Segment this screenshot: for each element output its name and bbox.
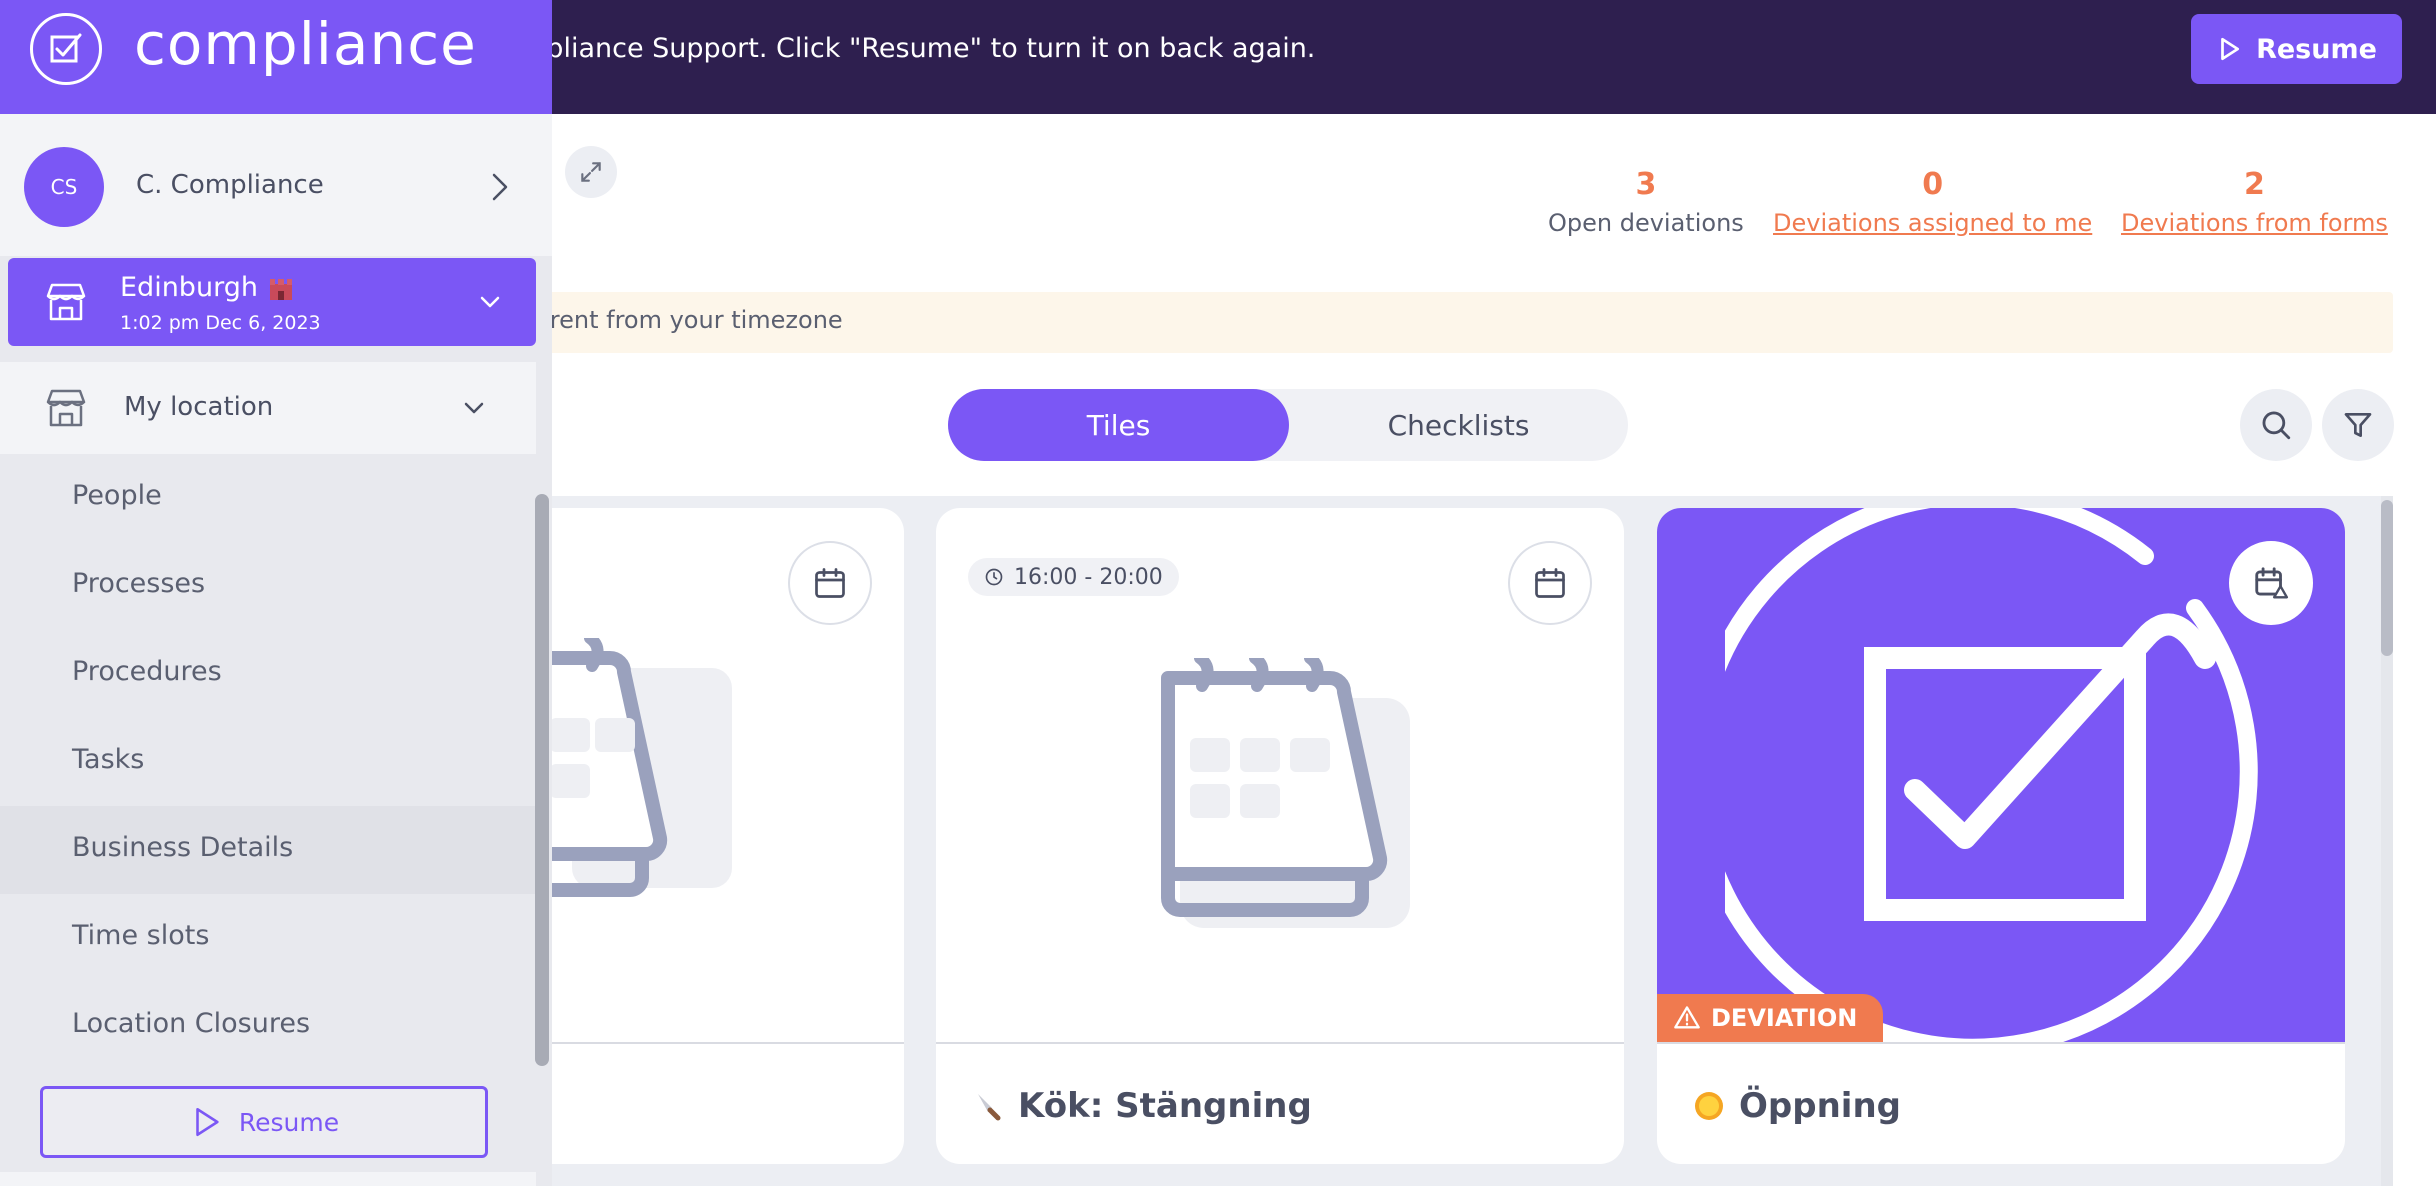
play-icon (196, 1107, 219, 1137)
open-deviations-count: 3 (1635, 167, 1657, 202)
sidebar-resume-label: Resume (238, 1107, 340, 1137)
location-selector[interactable]: Edinburgh 1:02 pm Dec 6, 2023 (8, 258, 536, 346)
warning-icon (1674, 1006, 1700, 1029)
sidebar-item-label: Tasks (72, 744, 145, 775)
sidebar-item-label: Time slots (72, 920, 210, 951)
sidebar-item-time-slots[interactable]: Time slots (0, 894, 536, 982)
tile-title: Öppning (1693, 1086, 1901, 1126)
timezone-notice-text: erent from your timezone (535, 306, 843, 334)
sidebar-resume-button[interactable]: Resume (40, 1086, 488, 1158)
store-icon (46, 389, 86, 427)
assigned-deviations-stat[interactable]: 0 Deviations assigned to me (1773, 166, 2092, 240)
sun-icon (1695, 1092, 1723, 1120)
location-time: 1:02 pm Dec 6, 2023 (120, 312, 321, 334)
sidebar-scrollbar-thumb[interactable] (535, 494, 549, 1066)
avatar: CS (24, 147, 104, 227)
tile-title-text: Öppning (1739, 1086, 1901, 1126)
banner-resume-button[interactable]: Resume (2191, 14, 2402, 84)
filter-icon (2344, 413, 2372, 437)
chevron-down-icon (480, 296, 500, 308)
knife-icon (978, 1094, 1001, 1121)
calendar-warning-icon (2255, 567, 2289, 599)
tile-title: Kök: Stängning (972, 1086, 1312, 1126)
task-tile[interactable]: DEVIATION Öppning (1657, 508, 2345, 1164)
brand-name[interactable]: compliance (134, 8, 477, 80)
assigned-deviations-count: 0 (1922, 167, 1944, 202)
my-location-label: My location (124, 392, 274, 422)
brand-logo-icon (30, 13, 102, 85)
user-profile[interactable]: CS C. Compliance (0, 114, 552, 256)
assigned-deviations-link[interactable]: Deviations assigned to me (1773, 206, 2092, 240)
store-icon (46, 283, 86, 321)
task-tile[interactable]: 16:00 - 20:00 Kök: Stängning (936, 508, 1624, 1164)
location-name: Edinburgh (120, 272, 294, 303)
form-deviations-stat[interactable]: 2 Deviations from forms (2121, 166, 2388, 240)
tile-title-text: Kök: Stängning (1018, 1086, 1312, 1126)
tab-checklists[interactable]: Checklists (1289, 389, 1628, 461)
my-location-toggle[interactable]: My location (0, 362, 536, 454)
sidebar-item-location-closures[interactable]: Location Closures (0, 982, 536, 1070)
sidebar-item-business-details[interactable]: Business Details (0, 806, 536, 894)
tile-divider (936, 1042, 1624, 1044)
sidebar-item-processes[interactable]: Processes (0, 542, 536, 630)
sidebar-item-label: Procedures (72, 656, 222, 687)
form-deviations-link[interactable]: Deviations from forms (2121, 206, 2388, 240)
time-slot-text: 16:00 - 20:00 (1014, 564, 1163, 590)
compliance-logo-image (1725, 508, 2258, 1042)
form-deviations-count: 2 (2244, 167, 2265, 202)
sidebar-item-tasks[interactable]: Tasks (0, 718, 536, 806)
search-icon (2262, 411, 2291, 440)
time-slot-chip: 16:00 - 20:00 (968, 558, 1179, 596)
content-scrollbar-thumb[interactable] (2381, 500, 2393, 656)
sidebar-header: compliance (0, 0, 552, 114)
chevron-down-icon (464, 402, 484, 414)
calendar-icon (815, 568, 845, 598)
sidebar-item-label: Business Details (72, 832, 294, 863)
deviation-badge-text: DEVIATION (1711, 1004, 1858, 1032)
tab-tiles[interactable]: Tiles (948, 389, 1289, 461)
schedule-button[interactable] (1508, 541, 1592, 625)
schedule-button[interactable] (788, 541, 872, 625)
sidebar-item-label: People (72, 480, 162, 511)
castle-icon (269, 278, 292, 300)
banner-message: mpliance Support. Click "Resume" to turn… (520, 33, 1316, 64)
sidebar-item-people[interactable]: People (0, 454, 536, 542)
sidebar-footer (0, 1172, 536, 1186)
sidebar: compliance CS C. Compliance Edinburgh 1:… (0, 0, 552, 1186)
schedule-warning-button[interactable] (2229, 541, 2313, 625)
sidebar-item-label: Location Closures (72, 1008, 311, 1039)
filter-button[interactable] (2322, 389, 2394, 461)
clock-icon (985, 568, 1003, 586)
tile-divider (1657, 1042, 2345, 1044)
banner-resume-label: Resume (2256, 33, 2377, 65)
expand-button[interactable] (565, 146, 617, 198)
expand-icon (581, 162, 601, 182)
play-icon (2221, 37, 2240, 61)
user-name: C. Compliance (136, 170, 324, 200)
open-deviations-label: Open deviations (1548, 209, 1744, 237)
calendar-illustration (1161, 658, 1410, 928)
sidebar-item-label: Processes (72, 568, 206, 599)
deviation-badge: DEVIATION (1657, 994, 1883, 1042)
search-button[interactable] (2240, 389, 2312, 461)
open-deviations-stat: 3 Open deviations (1548, 166, 1744, 240)
location-name-text: Edinburgh (120, 272, 258, 303)
calendar-icon (1535, 568, 1565, 598)
chevron-right-icon (492, 173, 508, 201)
sidebar-item-procedures[interactable]: Procedures (0, 630, 536, 718)
view-toggle: Tiles Checklists (948, 389, 1628, 461)
